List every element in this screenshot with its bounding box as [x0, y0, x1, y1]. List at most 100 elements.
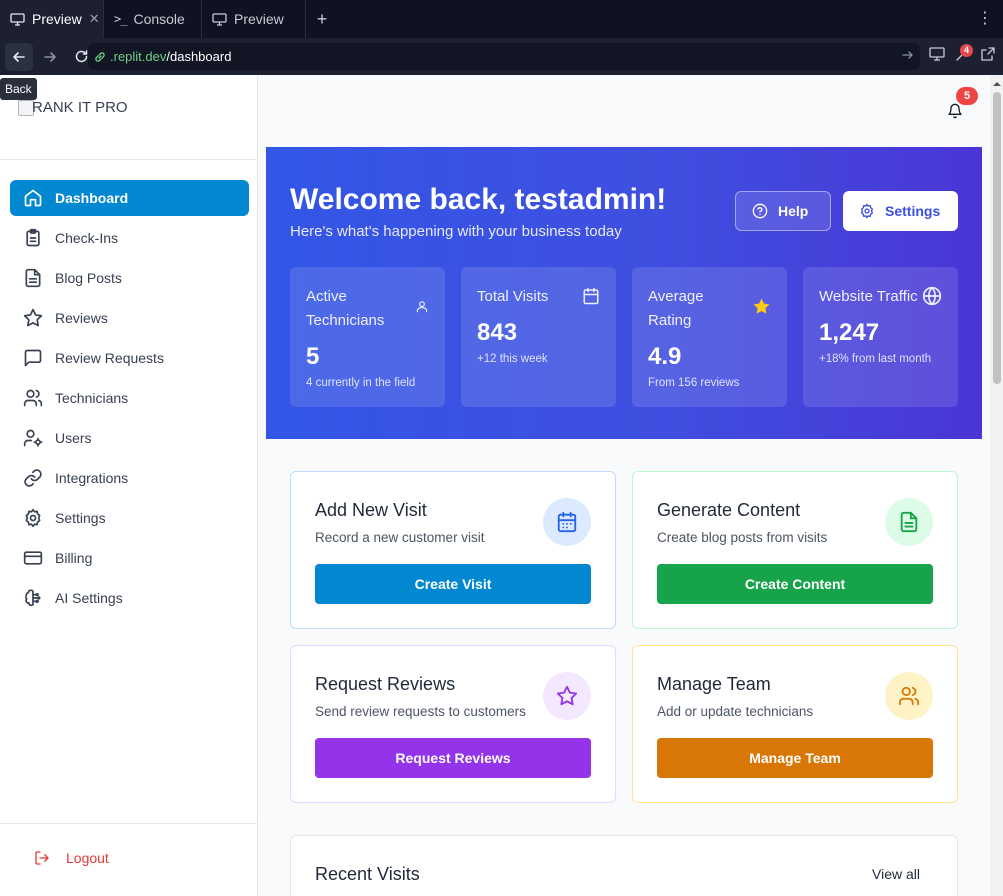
stat-value: 4.9	[648, 343, 682, 370]
close-icon[interactable]: ✕	[89, 11, 100, 27]
sidebar-item-users[interactable]: Users	[10, 420, 249, 456]
manage-team-button[interactable]: Manage Team	[657, 738, 933, 778]
recent-visits-title: Recent Visits	[315, 864, 420, 884]
stat-value: 5	[306, 343, 320, 370]
open-external-icon[interactable]	[981, 47, 995, 61]
terminal-icon: >_	[114, 12, 127, 26]
recent-visits-panel: Recent Visits View all	[290, 835, 958, 896]
user-icon	[415, 299, 429, 314]
document-icon	[23, 268, 43, 288]
star-icon	[752, 297, 771, 316]
sidebar-item-settings[interactable]: Settings	[10, 500, 249, 536]
sidebar-nav: Dashboard Check-Ins Blog Posts Reviews R…	[10, 180, 249, 620]
brain-icon	[23, 588, 43, 608]
action-card-manage-team: Manage Team Add or update technicians Ma…	[632, 645, 958, 803]
forward-button[interactable]	[36, 43, 64, 71]
logout-button[interactable]: Logout	[34, 850, 109, 866]
monitor-icon	[212, 12, 227, 26]
stat-label: Total Visits	[477, 288, 549, 305]
sidebar-item-label: Reviews	[55, 310, 108, 326]
tab-preview[interactable]: Preview ✕	[0, 0, 104, 38]
action-card-request-reviews: Request Reviews Send review requests to …	[290, 645, 616, 803]
sidebar-item-billing[interactable]: Billing	[10, 540, 249, 576]
card-subtitle: Add or update technicians	[657, 704, 814, 719]
sidebar-item-label: Review Requests	[55, 350, 164, 366]
card-title: Generate Content	[657, 500, 801, 520]
request-reviews-button[interactable]: Request Reviews	[315, 738, 591, 778]
users-icon	[885, 672, 933, 720]
card-subtitle: Send review requests to customers	[315, 704, 526, 719]
card-subtitle: Record a new customer visit	[315, 530, 485, 545]
tab-preview-2[interactable]: Preview	[202, 0, 306, 38]
divider	[0, 159, 258, 160]
create-content-button[interactable]: Create Content	[657, 564, 933, 604]
stat-label: Average Rating	[648, 288, 704, 329]
bell-icon[interactable]	[947, 103, 963, 119]
sidebar-item-label: Settings	[55, 510, 106, 526]
gear-icon	[23, 508, 43, 528]
logout-icon	[34, 850, 50, 866]
welcome-title: Welcome back, testadmin!	[290, 183, 667, 216]
clipboard-icon	[23, 228, 43, 248]
stat-card-website-traffic: Website Traffic 1,247 +18% from last mon…	[803, 267, 958, 407]
message-icon	[23, 348, 43, 368]
sidebar-item-review-requests[interactable]: Review Requests	[10, 340, 249, 376]
tab-label: Preview	[234, 11, 284, 27]
stat-label: Active Technicians	[306, 288, 385, 329]
sidebar-item-reviews[interactable]: Reviews	[10, 300, 249, 336]
stat-sub: +12 this week	[477, 353, 548, 365]
sidebar: RANK IT PRO Dashboard Check-Ins Blog Pos…	[0, 75, 258, 896]
go-arrow-icon[interactable]	[902, 49, 914, 61]
scroll-up-arrow-icon[interactable]	[993, 80, 1001, 88]
star-icon	[543, 672, 591, 720]
brand-alt-text: RANK IT PRO	[32, 99, 128, 116]
url-path: /dashboard	[166, 49, 232, 64]
action-card-add-visit: Add New Visit Record a new customer visi…	[290, 471, 616, 629]
stat-card-active-technicians: Active Technicians 5 4 currently in the …	[290, 267, 445, 407]
sidebar-item-blog-posts[interactable]: Blog Posts	[10, 260, 249, 296]
url-field[interactable]: .replit.dev/dashboard	[88, 43, 920, 70]
sidebar-item-label: Users	[55, 430, 92, 446]
gear-icon	[859, 203, 875, 219]
back-tooltip: Back	[0, 78, 37, 100]
more-options-icon[interactable]: ⋮	[977, 10, 993, 28]
users-icon	[23, 388, 43, 408]
help-button[interactable]: Help	[735, 191, 831, 231]
stat-label: Website Traffic	[819, 288, 918, 305]
globe-icon	[922, 286, 942, 306]
card-subtitle: Create blog posts from visits	[657, 530, 828, 545]
settings-button[interactable]: Settings	[843, 191, 958, 231]
browser-tab-bar: Preview ✕ >_ Console Preview + ⋮	[0, 0, 1003, 38]
welcome-banner: Welcome back, testadmin! Here's what's h…	[266, 147, 982, 439]
sidebar-item-check-ins[interactable]: Check-Ins	[10, 220, 249, 256]
stat-value: 1,247	[819, 319, 880, 346]
tab-console[interactable]: >_ Console	[104, 0, 202, 38]
sidebar-item-label: Integrations	[55, 470, 129, 486]
scrollbar-thumb[interactable]	[993, 92, 1001, 384]
sidebar-item-label: Check-Ins	[55, 230, 119, 246]
card-title: Request Reviews	[315, 674, 456, 694]
device-preview-icon[interactable]	[929, 47, 945, 61]
brand-logo[interactable]: RANK IT PRO	[18, 99, 128, 116]
divider	[0, 823, 258, 824]
view-all-link[interactable]: View all	[872, 866, 920, 882]
settings-label: Settings	[885, 203, 941, 219]
home-icon	[23, 188, 43, 208]
action-card-generate-content: Generate Content Create blog posts from …	[632, 471, 958, 629]
notification-badge: 5	[956, 87, 978, 105]
sidebar-item-integrations[interactable]: Integrations	[10, 460, 249, 496]
stat-card-average-rating: Average Rating 4.9 From 156 reviews	[632, 267, 787, 407]
monitor-icon	[10, 12, 25, 26]
sidebar-item-ai-settings[interactable]: AI Settings	[10, 580, 249, 616]
back-button[interactable]	[5, 42, 33, 71]
sidebar-item-dashboard[interactable]: Dashboard	[10, 180, 249, 216]
sidebar-item-label: Dashboard	[55, 190, 129, 206]
star-icon	[23, 308, 43, 328]
sidebar-item-technicians[interactable]: Technicians	[10, 380, 249, 416]
new-tab-button[interactable]: +	[306, 0, 338, 38]
main-content: 5 Welcome back, testadmin! Here's what's…	[258, 75, 990, 896]
stat-sub: +18% from last month	[819, 353, 932, 365]
sidebar-item-label: Billing	[55, 550, 93, 566]
credit-card-icon	[23, 548, 43, 568]
create-visit-button[interactable]: Create Visit	[315, 564, 591, 604]
